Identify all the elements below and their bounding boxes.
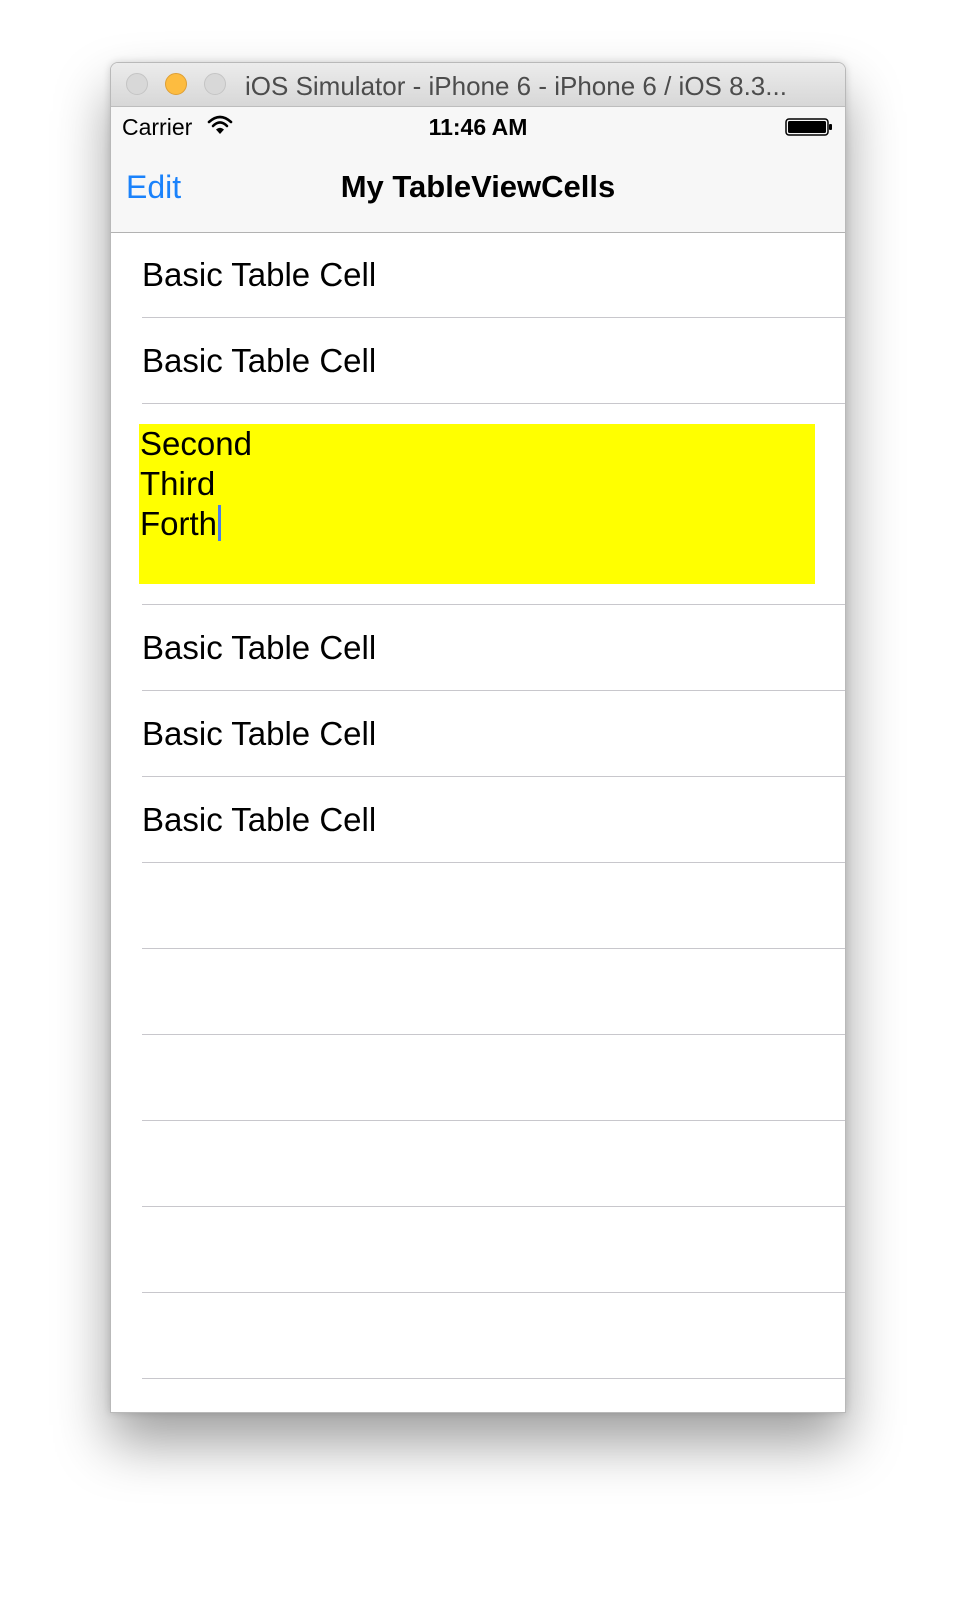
- simulator-window: iOS Simulator - iPhone 6 - iPhone 6 / iO…: [110, 62, 846, 1413]
- text-line-with-caret: Forth: [139, 504, 815, 544]
- navigation-bar: Edit My TableViewCells: [111, 147, 845, 233]
- text-view[interactable]: Second Third Forth: [139, 424, 815, 584]
- status-time: 11:46 AM: [428, 114, 528, 140]
- table-row[interactable]: Basic Table Cell: [111, 318, 845, 404]
- cell-label: Basic Table Cell: [142, 715, 377, 752]
- window-title: iOS Simulator - iPhone 6 - iPhone 6 / iO…: [245, 71, 787, 101]
- text-line: Second: [140, 425, 252, 462]
- text-cursor: [218, 505, 222, 541]
- table-row[interactable]: Basic Table Cell: [111, 691, 845, 777]
- empty-table-row: [111, 1293, 845, 1379]
- zoom-window-button[interactable]: [204, 73, 226, 95]
- status-bar: Carrier 11:46 AM: [111, 107, 845, 147]
- empty-table-row: [111, 1121, 845, 1207]
- cell-label: Basic Table Cell: [142, 801, 377, 838]
- close-window-button[interactable]: [126, 73, 148, 95]
- cell-label: Basic Table Cell: [142, 342, 377, 379]
- empty-table-row: [111, 1035, 845, 1121]
- row-separator: [142, 1378, 845, 1379]
- text-line: Third: [140, 465, 216, 502]
- cell-label: Basic Table Cell: [142, 256, 377, 293]
- table-row[interactable]: Basic Table Cell: [111, 777, 845, 863]
- window-titlebar: iOS Simulator - iPhone 6 - iPhone 6 / iO…: [111, 63, 845, 107]
- table-row[interactable]: Basic Table Cell: [111, 605, 845, 691]
- empty-table-row: [111, 1207, 845, 1293]
- table-row[interactable]: Basic Table Cell: [111, 233, 845, 318]
- empty-table-row: [111, 949, 845, 1035]
- minimize-window-button[interactable]: [165, 73, 187, 95]
- battery-icon: [785, 118, 832, 136]
- empty-table-row: [111, 863, 845, 949]
- text-line: Forth: [140, 505, 218, 542]
- page-title: My TableViewCells: [340, 169, 616, 204]
- cell-label: Basic Table Cell: [142, 629, 377, 666]
